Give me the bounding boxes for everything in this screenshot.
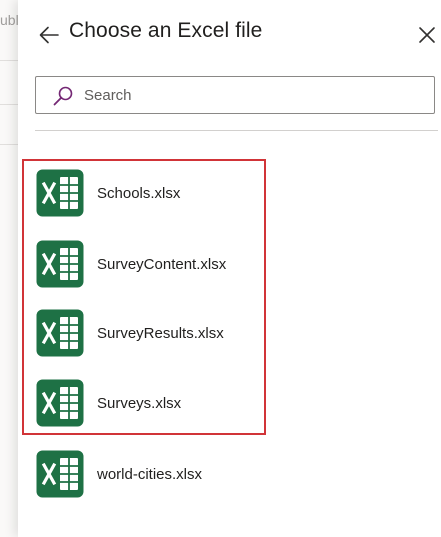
close-button[interactable]: [412, 20, 441, 50]
panel-title: Choose an Excel file: [69, 19, 263, 42]
background-divider: [0, 144, 18, 145]
excel-file-icon: [36, 379, 84, 427]
back-button[interactable]: [34, 20, 64, 50]
search-box[interactable]: [35, 76, 435, 114]
background-app: ublis: [0, 0, 18, 537]
background-partial-text: ublis: [0, 12, 18, 28]
excel-file-icon: [36, 450, 84, 498]
excel-file-icon: [36, 169, 84, 217]
panel-header: Choose an Excel file: [18, 0, 441, 72]
excel-file-icon: [36, 240, 84, 288]
file-item-schools[interactable]: Schools.xlsx: [36, 168, 416, 218]
background-divider: [0, 60, 18, 61]
search-input[interactable]: [84, 77, 424, 113]
file-name: Surveys.xlsx: [97, 394, 182, 412]
excel-file-icon: [36, 309, 84, 357]
search-icon: [52, 85, 74, 107]
file-name: Schools.xlsx: [97, 184, 181, 202]
file-item-surveyresults[interactable]: SurveyResults.xlsx: [36, 308, 416, 358]
file-item-world-cities[interactable]: world-cities.xlsx: [36, 449, 416, 499]
background-divider: [0, 104, 18, 105]
file-name: SurveyContent.xlsx: [97, 255, 227, 273]
file-item-surveys[interactable]: Surveys.xlsx: [36, 378, 416, 428]
choose-excel-file-panel: Choose an Excel file Schools.xlsx: [18, 0, 441, 537]
file-name: SurveyResults.xlsx: [97, 324, 224, 342]
file-item-surveycontent[interactable]: SurveyContent.xlsx: [36, 239, 416, 289]
file-name: world-cities.xlsx: [97, 465, 203, 483]
divider: [35, 130, 438, 131]
close-icon: [419, 27, 435, 43]
arrow-left-icon: [39, 26, 59, 44]
